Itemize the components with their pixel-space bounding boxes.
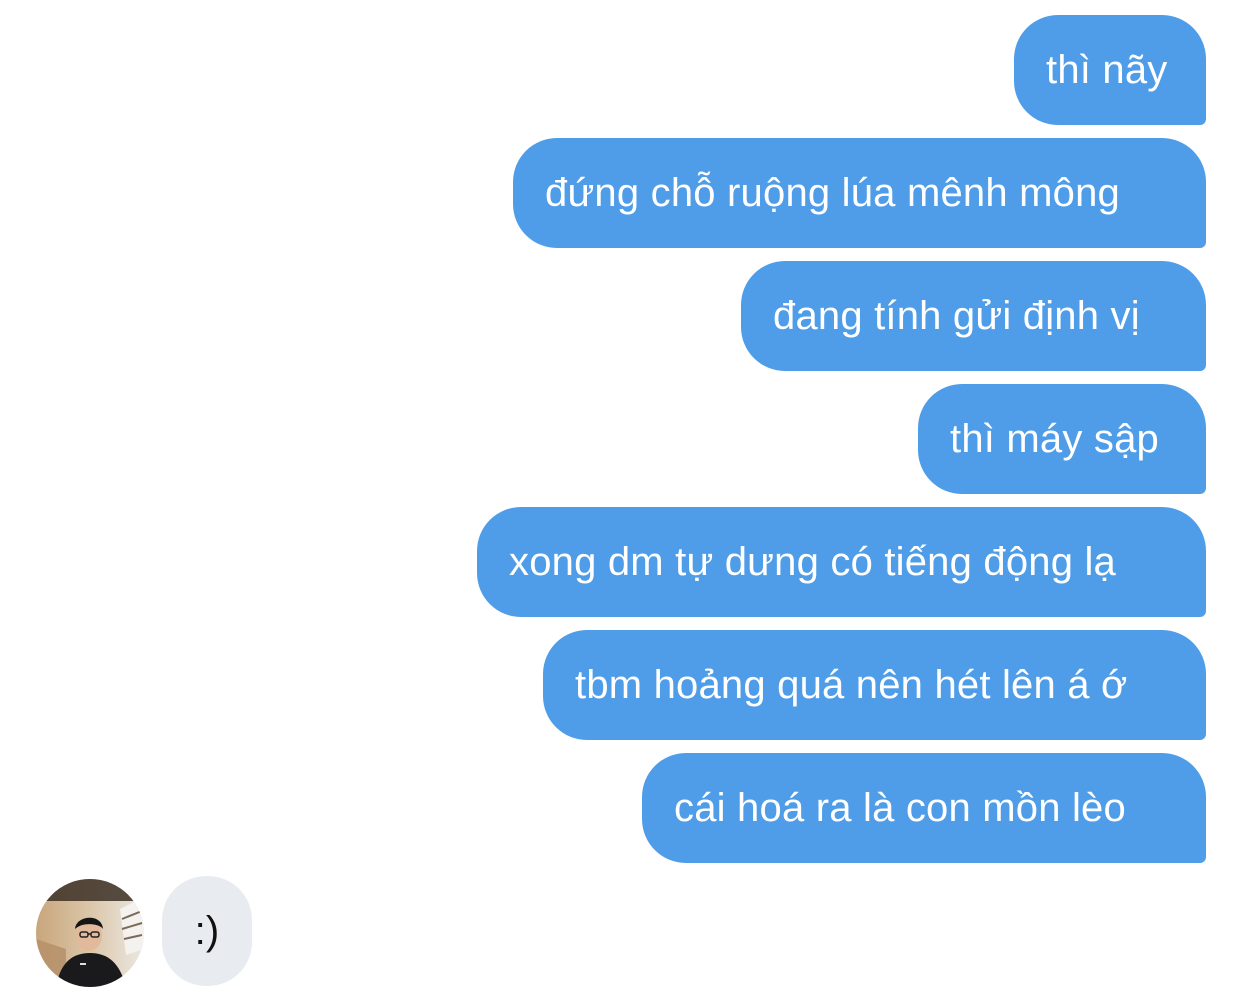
message-bubble-outgoing[interactable]: thì nãy (1014, 15, 1206, 125)
message-bubble-outgoing[interactable]: tbm hoảng quá nên hét lên á ớ (543, 630, 1206, 740)
message-bubble-outgoing[interactable]: đang tính gửi định vị (741, 261, 1206, 371)
message-text: xong dm tự dưng có tiếng động lạ (509, 540, 1117, 584)
message-bubble-outgoing[interactable]: thì máy sập (918, 384, 1206, 494)
message-bubble-outgoing[interactable]: đứng chỗ ruộng lúa mênh mông (513, 138, 1206, 248)
message-text: đứng chỗ ruộng lúa mênh mông (545, 171, 1120, 215)
message-bubble-outgoing[interactable]: xong dm tự dưng có tiếng động lạ (477, 507, 1206, 617)
user-photo-avatar-icon (36, 879, 144, 987)
contact-avatar[interactable] (36, 879, 144, 987)
message-text: tbm hoảng quá nên hét lên á ớ (575, 663, 1128, 707)
message-bubble-incoming[interactable]: :) (162, 876, 252, 986)
message-bubble-outgoing[interactable]: cái hoá ra là con mồn lèo (642, 753, 1206, 863)
message-text: :) (194, 909, 220, 953)
message-text: thì máy sập (950, 417, 1159, 461)
message-text: đang tính gửi định vị (773, 294, 1140, 338)
message-text: thì nãy (1046, 48, 1168, 92)
message-text: cái hoá ra là con mồn lèo (674, 786, 1126, 830)
